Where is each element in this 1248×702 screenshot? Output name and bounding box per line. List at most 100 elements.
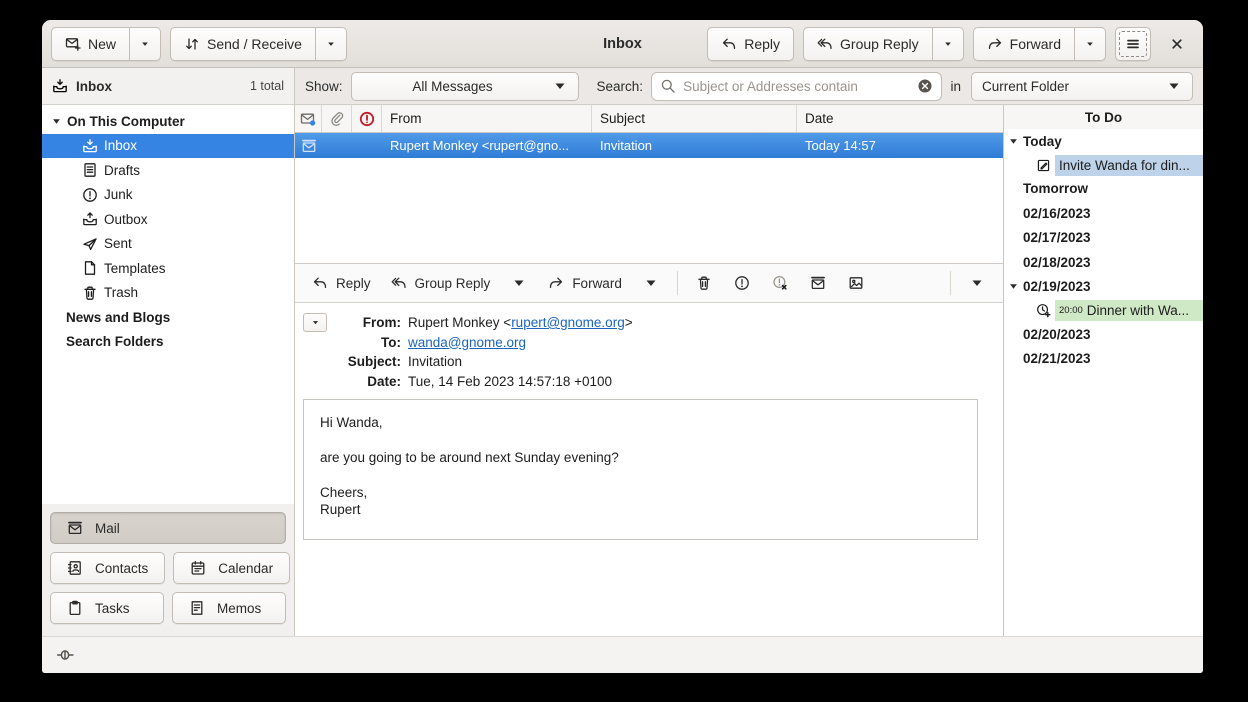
- group-reply-dropdown-button[interactable]: [933, 27, 964, 61]
- column-status[interactable]: [295, 105, 322, 132]
- header-date-row: Date: Tue, 14 Feb 2023 14:57:18 +0100: [335, 372, 633, 392]
- trash-icon: [82, 285, 98, 301]
- to-label: To:: [335, 333, 401, 353]
- column-priority[interactable]: [352, 105, 382, 132]
- body-question: are you going to be around next Sunday e…: [320, 449, 961, 466]
- chevron-down-icon: [140, 39, 150, 49]
- new-button[interactable]: New: [51, 27, 130, 61]
- chevron-down-icon: [1085, 39, 1095, 49]
- new-dropdown-button[interactable]: [130, 27, 161, 61]
- date-value: Tue, 14 Feb 2023 14:57:18 +0100: [408, 372, 612, 392]
- expander-icon[interactable]: [1009, 137, 1018, 146]
- search-entry[interactable]: [651, 72, 942, 101]
- memos-view-button[interactable]: Memos: [172, 592, 286, 624]
- message-row-selected[interactable]: Rupert Monkey <rupert@gno... Invitation …: [295, 133, 1003, 158]
- todo-event-item[interactable]: 20:00 Dinner with Wa...: [1004, 299, 1203, 322]
- message-list-empty-area[interactable]: [295, 158, 1003, 263]
- todo-group-0217[interactable]: 02/17/2023: [1004, 226, 1203, 251]
- trash-icon: [696, 275, 712, 291]
- mark-not-junk-button[interactable]: [762, 268, 798, 298]
- column-date[interactable]: Date: [797, 105, 1003, 132]
- todo-task-item[interactable]: Invite Wanda for din...: [1004, 154, 1203, 177]
- send-receive-icon: [184, 36, 200, 52]
- image-icon: [848, 275, 864, 291]
- todo-group-0218[interactable]: 02/18/2023: [1004, 250, 1203, 275]
- forward-button[interactable]: Forward: [973, 27, 1075, 61]
- todo-group-0216[interactable]: 02/16/2023: [1004, 201, 1203, 226]
- to-email-link[interactable]: wanda@gnome.org: [408, 333, 526, 353]
- evolution-window: New Send / Receive Inbox: [42, 20, 1203, 673]
- mark-unread-button[interactable]: [800, 268, 836, 298]
- sidebar-item-sent[interactable]: Sent: [42, 232, 294, 257]
- tree-node-on-this-computer[interactable]: On This Computer: [42, 109, 294, 134]
- chevron-down-icon: [1166, 78, 1182, 94]
- send-receive-button[interactable]: Send / Receive: [170, 27, 316, 61]
- sidebar-item-trash[interactable]: Trash: [42, 281, 294, 306]
- sidebar-item-templates[interactable]: Templates: [42, 256, 294, 281]
- group-reply-button[interactable]: Group Reply: [803, 27, 933, 61]
- task-icon: [1036, 158, 1051, 173]
- preview-overflow-button[interactable]: [959, 268, 995, 298]
- collapse-headers-button[interactable]: [303, 313, 327, 332]
- calendar-view-button[interactable]: Calendar: [173, 552, 290, 584]
- online-status-plug-icon[interactable]: [56, 646, 74, 664]
- preview-reply-button[interactable]: Reply: [303, 268, 380, 298]
- preview-group-reply-dropdown[interactable]: [501, 268, 537, 298]
- todo-group-today[interactable]: Today: [1004, 129, 1203, 154]
- sidebar-item-inbox[interactable]: Inbox: [42, 134, 294, 159]
- tasks-view-button[interactable]: Tasks: [50, 592, 164, 624]
- contacts-view-button[interactable]: Contacts: [50, 552, 165, 584]
- current-folder-title: Inbox: [76, 79, 112, 94]
- show-label: Show:: [305, 79, 343, 94]
- body-signature: Rupert: [320, 501, 961, 518]
- show-filter-dropdown[interactable]: All Messages: [351, 72, 579, 101]
- todo-group-tomorrow[interactable]: Tomorrow: [1004, 177, 1203, 202]
- chevron-down-icon: [969, 275, 985, 291]
- delete-message-button[interactable]: [686, 268, 722, 298]
- search-input[interactable]: [683, 79, 910, 94]
- reply-button[interactable]: Reply: [707, 27, 794, 61]
- sidebar-item-search-folders[interactable]: Search Folders: [42, 330, 294, 355]
- menu-button[interactable]: [1115, 27, 1151, 61]
- preview-blank-area: [295, 540, 1003, 636]
- close-button[interactable]: [1160, 27, 1194, 61]
- close-icon: [1169, 36, 1185, 52]
- send-receive-dropdown-button[interactable]: [316, 27, 347, 61]
- forward-dropdown-button[interactable]: [1075, 27, 1106, 61]
- expander-icon[interactable]: [1009, 282, 1018, 291]
- todo-group-0221[interactable]: 02/21/2023: [1004, 347, 1203, 372]
- message-pane: From Subject Date Rupert Monkey <rupert@…: [295, 105, 1003, 636]
- not-junk-icon: [772, 275, 788, 291]
- column-attachment[interactable]: [322, 105, 352, 132]
- from-email-link[interactable]: rupert@gnome.org: [511, 315, 625, 330]
- contacts-icon: [67, 560, 83, 576]
- sidebar-item-news-and-blogs[interactable]: News and Blogs: [42, 305, 294, 330]
- inbox-icon: [82, 138, 98, 154]
- preview-forward-dropdown[interactable]: [633, 268, 669, 298]
- preview-group-reply-button[interactable]: Group Reply: [382, 268, 500, 298]
- mail-view-button[interactable]: Mail: [50, 512, 286, 544]
- search-scope-dropdown[interactable]: Current Folder: [971, 72, 1193, 101]
- sidebar-item-junk[interactable]: Junk: [42, 183, 294, 208]
- chevron-down-icon: [511, 275, 527, 291]
- message-from: Rupert Monkey <rupert@gno...: [382, 138, 592, 153]
- preview-forward-button[interactable]: Forward: [539, 268, 631, 298]
- expander-icon[interactable]: [52, 117, 61, 126]
- toolbar-separator: [950, 271, 951, 295]
- in-label: in: [950, 79, 961, 94]
- mark-junk-button[interactable]: [724, 268, 760, 298]
- load-images-button[interactable]: [838, 268, 874, 298]
- header-to-row: To: wanda@gnome.org: [335, 333, 633, 353]
- todo-group-0220[interactable]: 02/20/2023: [1004, 322, 1203, 347]
- clear-search-icon[interactable]: [917, 78, 933, 94]
- panes: From Subject Date Rupert Monkey <rupert@…: [295, 105, 1203, 636]
- todo-group-0219[interactable]: 02/19/2023: [1004, 275, 1203, 300]
- column-from[interactable]: From: [382, 105, 592, 132]
- body-greeting: Hi Wanda,: [320, 414, 961, 431]
- column-subject[interactable]: Subject: [592, 105, 797, 132]
- sidebar-item-outbox[interactable]: Outbox: [42, 207, 294, 232]
- chevron-down-icon: [643, 275, 659, 291]
- attachment-icon: [329, 111, 345, 127]
- sidebar-item-drafts[interactable]: Drafts: [42, 158, 294, 183]
- message-date: Today 14:57: [797, 138, 1003, 153]
